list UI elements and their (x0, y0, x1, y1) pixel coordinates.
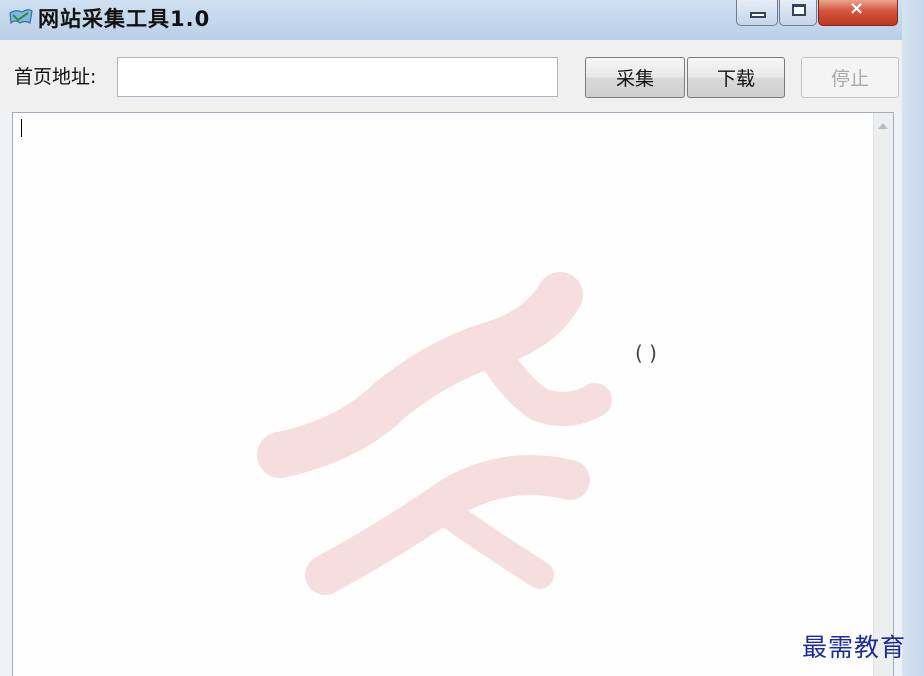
app-icon (9, 9, 33, 25)
url-label: 首页地址: (14, 66, 97, 88)
window-frame-edge (902, 0, 924, 676)
window-title: 网站采集工具1.0 (38, 7, 211, 31)
title-bar[interactable]: 网站采集工具1.0 × (0, 0, 924, 40)
watermark-logo: ( ) (257, 272, 657, 595)
text-caret (21, 119, 22, 137)
brand-watermark-text: 最需教育 (802, 633, 907, 662)
maximize-icon (792, 4, 806, 16)
toolbar: 首页地址: 采集 下载 停止 (0, 40, 902, 112)
minimize-button[interactable] (736, 0, 778, 26)
vertical-scrollbar[interactable] (873, 113, 893, 676)
close-button[interactable]: × (818, 0, 898, 26)
maximize-button[interactable] (779, 0, 817, 26)
close-icon: × (849, 0, 865, 19)
collect-button[interactable]: 采集 (585, 57, 685, 98)
minimize-icon (750, 12, 766, 18)
scroll-up-arrow-icon[interactable] (878, 123, 888, 129)
url-input[interactable] (117, 57, 558, 97)
download-button[interactable]: 下载 (687, 57, 785, 98)
svg-text:( ): ( ) (635, 341, 657, 365)
stop-button[interactable]: 停止 (801, 57, 899, 98)
